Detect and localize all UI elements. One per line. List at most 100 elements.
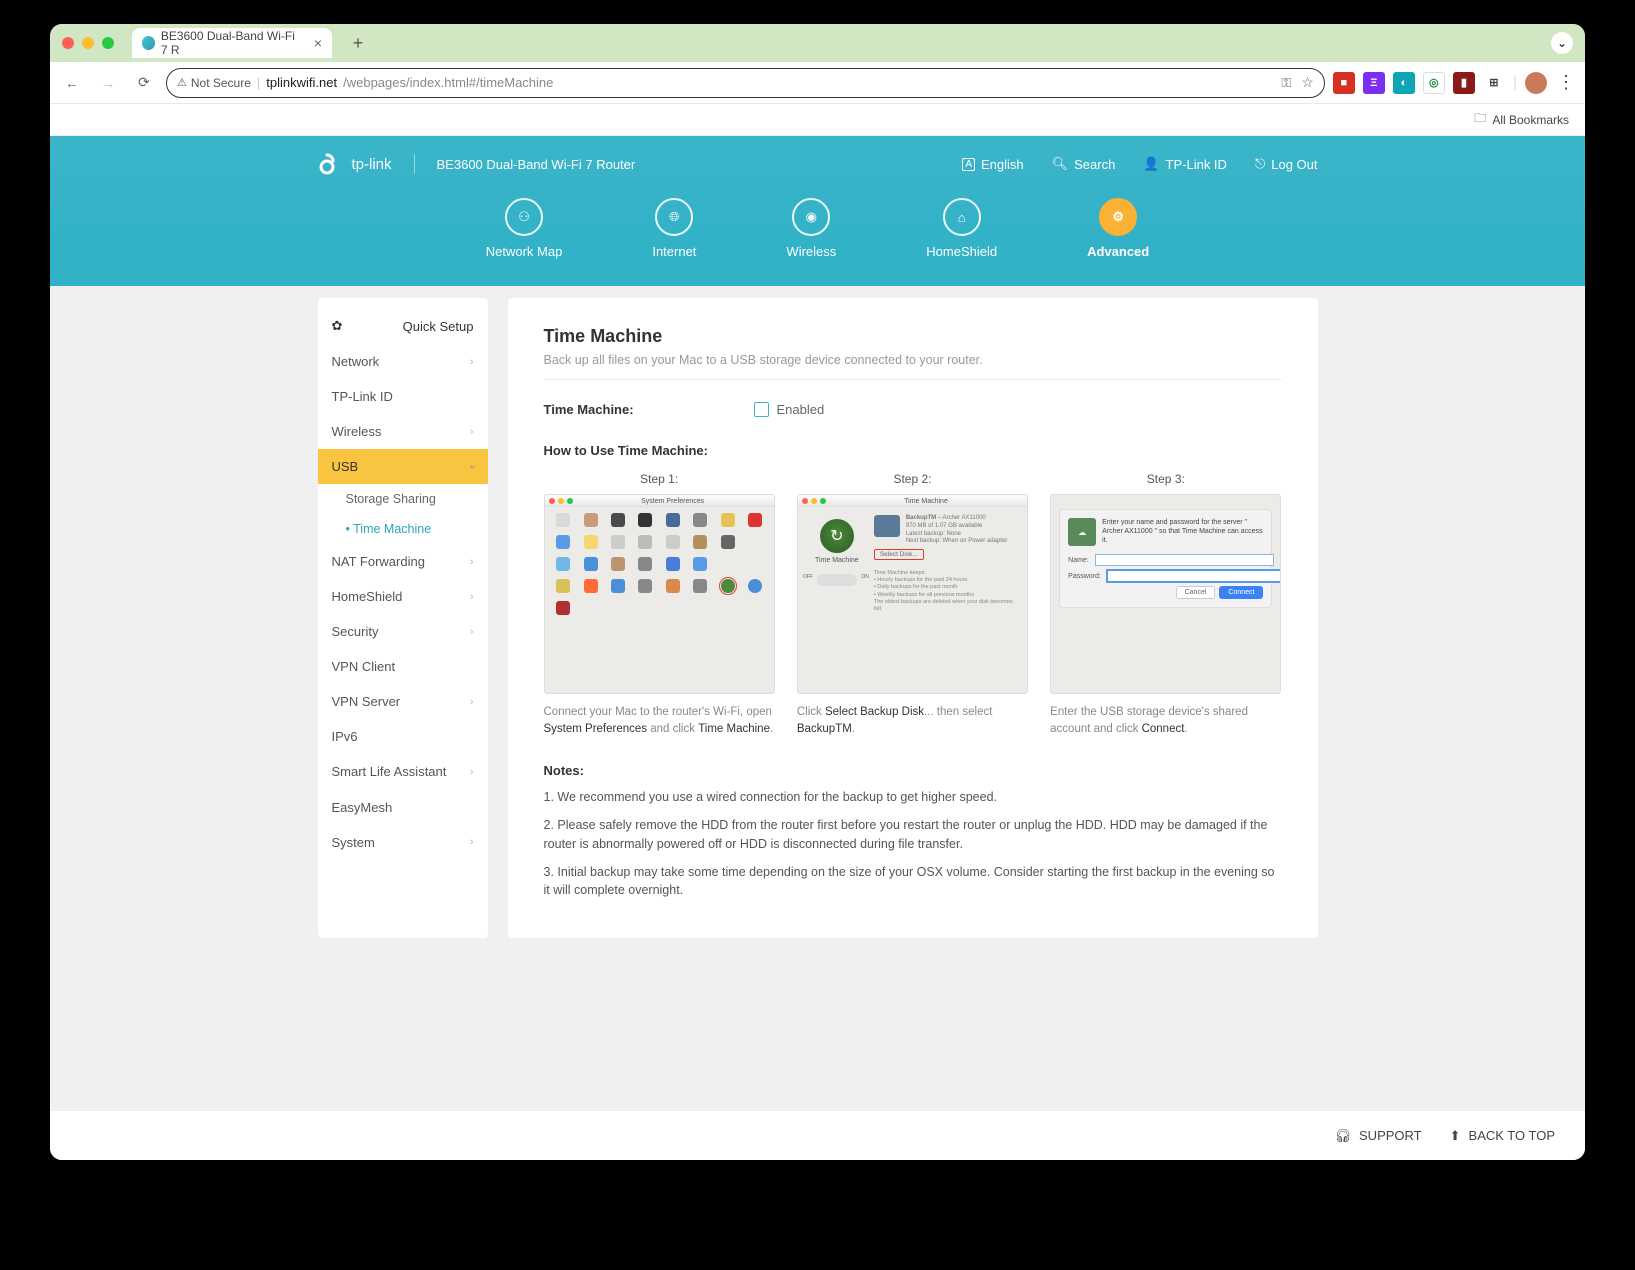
arrow-up-icon: ⬆: [1450, 1128, 1461, 1144]
shield-icon: ⌂: [958, 210, 966, 225]
sidebar-time-machine[interactable]: Time Machine: [318, 514, 488, 544]
main-nav: ⚇Network Map 🌐︎Internet ◉Wireless ⌂HomeS…: [308, 192, 1328, 259]
step-2-screenshot: Time Machine ↻ Time Machine OFFON Backup…: [797, 494, 1028, 694]
tplink-logo-icon: [318, 152, 342, 176]
profile-avatar-icon[interactable]: [1525, 72, 1547, 94]
search-button[interactable]: 🔍︎Search: [1052, 156, 1116, 172]
all-bookmarks-button[interactable]: 🗀 All Bookmarks: [1474, 109, 1569, 130]
extension-icon[interactable]: ■: [1333, 72, 1355, 94]
step-3-label: Step 3:: [1050, 472, 1281, 486]
reload-button[interactable]: ⟳: [130, 69, 158, 97]
step-1-screenshot: System Preferences: [544, 494, 775, 694]
tab-close-icon[interactable]: ×: [314, 35, 322, 51]
logout-icon: ⎋: [1255, 156, 1265, 172]
back-to-top-button[interactable]: ⬆BACK TO TOP: [1450, 1128, 1555, 1144]
not-secure-badge[interactable]: Not Secure: [177, 76, 251, 90]
page-title: Time Machine: [544, 326, 1282, 347]
all-bookmarks-label: All Bookmarks: [1492, 113, 1569, 127]
close-window-icon[interactable]: [62, 37, 74, 49]
forward-button[interactable]: →: [94, 69, 122, 97]
search-icon: 🔍︎: [1052, 156, 1069, 172]
brand: tp-link BE3600 Dual-Band Wi-Fi 7 Router: [318, 152, 636, 176]
step-3: Step 3: ☁ Enter your name and password f…: [1050, 472, 1281, 737]
wifi-icon: ◉: [806, 209, 817, 225]
brand-text: tp-link: [352, 156, 392, 173]
sidebar-system[interactable]: System›: [318, 825, 488, 860]
language-button[interactable]: AEnglish: [962, 157, 1023, 172]
support-button[interactable]: 🎧︎SUPPORT: [1335, 1128, 1422, 1144]
tab-advanced[interactable]: ⚙Advanced: [1087, 198, 1149, 259]
name-input: [1095, 554, 1274, 566]
gear-icon: ⚙: [1112, 209, 1124, 225]
tab-internet[interactable]: 🌐︎Internet: [652, 198, 696, 259]
notes-heading: Notes:: [544, 763, 1282, 778]
tab-wireless[interactable]: ◉Wireless: [786, 198, 836, 259]
chevron-right-icon: ›: [470, 626, 474, 638]
network-map-icon: ⚇: [518, 209, 530, 225]
step-2: Step 2: Time Machine ↻ Time Machine OFFO…: [797, 472, 1028, 737]
sidebar-homeshield[interactable]: HomeShield›: [318, 579, 488, 614]
tab-title: BE3600 Dual-Band Wi-Fi 7 R: [161, 29, 304, 57]
step-3-screenshot: ☁ Enter your name and password for the s…: [1050, 494, 1281, 694]
sidebar-quick-setup[interactable]: ✿Quick Setup: [318, 308, 488, 344]
language-icon: A: [962, 158, 975, 171]
folder-icon: 🗀: [1474, 109, 1486, 130]
tab-network-map[interactable]: ⚇Network Map: [486, 198, 563, 259]
sidebar-wireless[interactable]: Wireless›: [318, 414, 488, 449]
sidebar-usb[interactable]: USB›: [318, 449, 488, 484]
extensions-puzzle-icon[interactable]: ⊞: [1483, 72, 1505, 94]
sidebar-network[interactable]: Network›: [318, 344, 488, 379]
step-2-label: Step 2:: [797, 472, 1028, 486]
sidebar-tplink-id[interactable]: TP-Link ID: [318, 379, 488, 414]
page-subtitle: Back up all files on your Mac to a USB s…: [544, 353, 1282, 380]
sidebar-storage-sharing[interactable]: Storage Sharing: [318, 484, 488, 514]
minimize-window-icon[interactable]: [82, 37, 94, 49]
chevron-right-icon: ›: [470, 556, 474, 568]
sidebar-ipv6[interactable]: IPv6: [318, 719, 488, 754]
browser-tab[interactable]: BE3600 Dual-Band Wi-Fi 7 R ×: [132, 28, 332, 58]
howto-heading: How to Use Time Machine:: [544, 443, 1282, 458]
chevron-right-icon: ›: [470, 836, 474, 848]
page-content: tp-link BE3600 Dual-Band Wi-Fi 7 Router …: [50, 136, 1585, 1160]
tab-homeshield[interactable]: ⌂HomeShield: [926, 198, 997, 259]
chevron-right-icon: ›: [470, 426, 474, 438]
headset-icon: 🎧︎: [1335, 1128, 1352, 1144]
maximize-window-icon[interactable]: [102, 37, 114, 49]
back-button[interactable]: ←: [58, 69, 86, 97]
sidebar-vpn-client[interactable]: VPN Client: [318, 649, 488, 684]
tplink-id-button[interactable]: 👤TP-Link ID: [1143, 156, 1227, 172]
sidebar-vpn-server[interactable]: VPN Server›: [318, 684, 488, 719]
gear-icon: ✿: [332, 318, 343, 334]
extension-icon[interactable]: ◐: [1393, 72, 1415, 94]
extension-icon[interactable]: Ξ: [1363, 72, 1385, 94]
step-1-label: Step 1:: [544, 472, 775, 486]
browser-menu-icon[interactable]: ⋮: [1555, 72, 1577, 93]
note-2: 2. Please safely remove the HDD from the…: [544, 816, 1282, 852]
note-1: 1. We recommend you use a wired connecti…: [544, 788, 1282, 806]
sidebar-smart-life[interactable]: Smart Life Assistant›: [318, 754, 488, 790]
sidebar-nat[interactable]: NAT Forwarding›: [318, 544, 488, 579]
address-bar[interactable]: Not Secure | tplinkwifi.net/webpages/ind…: [166, 68, 1325, 98]
titlebar-menu-icon[interactable]: ⌄: [1551, 32, 1573, 54]
extension-icon[interactable]: ▮: [1453, 72, 1475, 94]
new-tab-button[interactable]: +: [344, 29, 372, 57]
extension-icon[interactable]: ◎: [1423, 72, 1445, 94]
browser-toolbar: ← → ⟳ Not Secure | tplinkwifi.net/webpag…: [50, 62, 1585, 104]
extension-icons: ■ Ξ ◐ ◎ ▮ ⊞ | ⋮: [1333, 72, 1577, 94]
server-icon: ☁: [1068, 518, 1096, 546]
site-header: tp-link BE3600 Dual-Band Wi-Fi 7 Router …: [50, 136, 1585, 286]
user-icon: 👤: [1143, 156, 1159, 172]
sidebar-security[interactable]: Security›: [318, 614, 488, 649]
url-host: tplinkwifi.net: [266, 75, 337, 90]
main-content: Time Machine Back up all files on your M…: [508, 298, 1318, 938]
bookmark-star-icon[interactable]: ☆: [1301, 74, 1314, 91]
enabled-checkbox[interactable]: [754, 402, 769, 417]
product-name: BE3600 Dual-Band Wi-Fi 7 Router: [437, 157, 636, 172]
sidebar-easymesh[interactable]: EasyMesh: [318, 790, 488, 825]
password-key-icon[interactable]: ⚿: [1281, 75, 1291, 91]
logout-button[interactable]: ⎋Log Out: [1255, 156, 1318, 172]
chevron-right-icon: ›: [470, 591, 474, 603]
password-input: [1107, 570, 1282, 582]
bookmarks-bar: 🗀 All Bookmarks: [50, 104, 1585, 136]
chevron-right-icon: ›: [470, 766, 474, 778]
